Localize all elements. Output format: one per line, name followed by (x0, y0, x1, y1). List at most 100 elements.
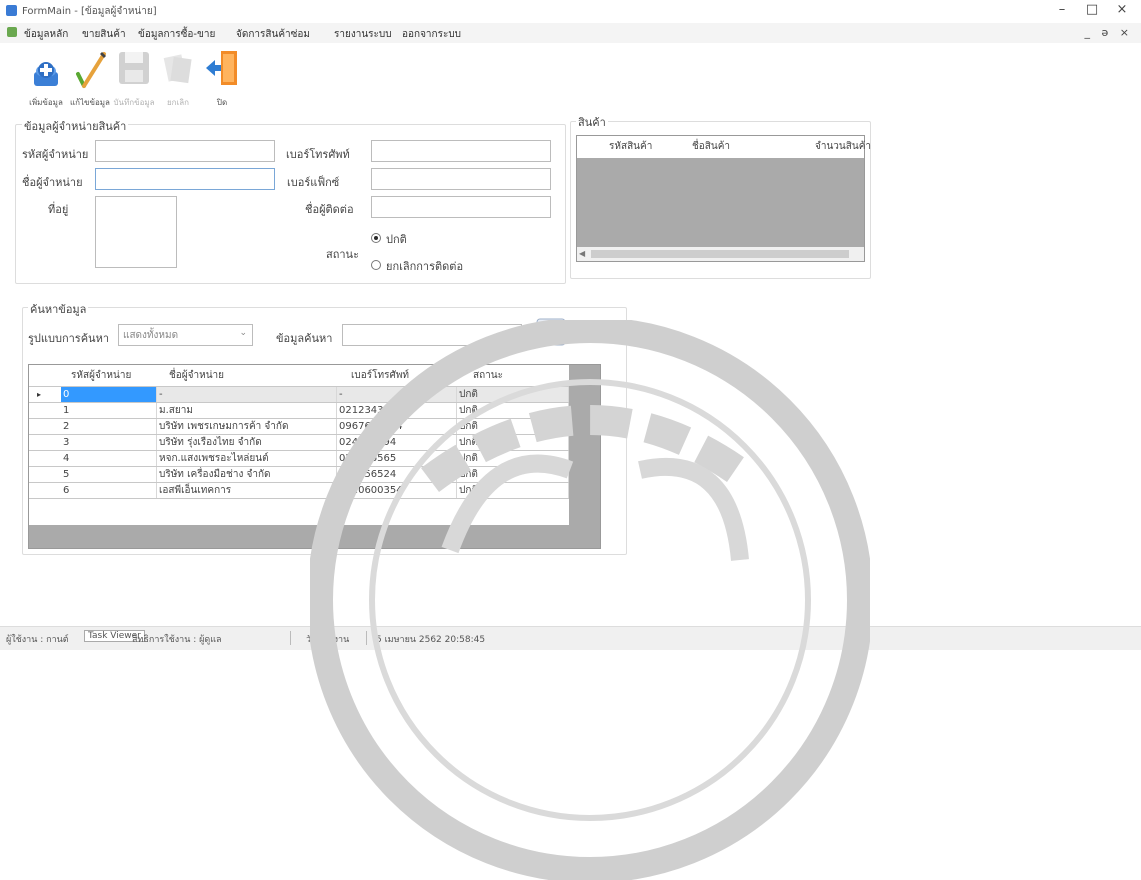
cell-name[interactable]: บริษัท เครื่องมือช่าง จำกัด (157, 467, 337, 483)
phone-field[interactable] (371, 140, 551, 162)
floppy-disk-icon (119, 52, 149, 84)
table-row[interactable]: 4 หจก.แสงเพชรอะไหล่ยนต์ 024576565 ปกติ (29, 451, 569, 467)
menu-purchase-sales[interactable]: ข้อมูลการซื้อ-ขาย (138, 27, 215, 42)
scroll-left-arrow-icon[interactable]: ◀ (579, 249, 585, 258)
menu-sales[interactable]: ขายสินค้า (82, 27, 126, 42)
table-row[interactable]: 5 บริษัท เครื่องมือช่าง จำกัด 025456524 ปกต… (29, 467, 569, 483)
col-quantity[interactable]: จำนวนสินค้า (815, 136, 871, 158)
supplier-name-label: ชื่อผู้จำหน่าย (22, 176, 83, 189)
cell-name[interactable]: บริษัท เพชรเกษมการค้า จำกัด (157, 419, 337, 435)
col-phone[interactable]: เบอร์โทรศัพท์ (351, 365, 409, 387)
products-grid[interactable]: รหัสสินค้า ชื่อสินค้า จำนวนสินค้า ◀ (576, 135, 871, 262)
cell-name[interactable]: ม.สยาม (157, 403, 337, 419)
window-title: FormMain - [ข้อมูลผู้จำหน่าย] (22, 6, 157, 17)
cell-phone[interactable]: 0820600354 (337, 483, 457, 499)
mdi-window-controls[interactable]: _ ə × (1085, 26, 1133, 39)
row-header[interactable] (29, 435, 61, 451)
table-row[interactable]: 6 เอสพีเอ็นเทคการ 0820600354 ปกติ (29, 483, 569, 499)
search-icon (536, 318, 566, 346)
search-button[interactable] (536, 318, 566, 346)
table-row[interactable]: 2 บริษัท เพชรเกษมการค้า จำกัด 0967653334 ปก… (29, 419, 569, 435)
col-supplier-name[interactable]: ชื่อผู้จำหน่าย (169, 365, 224, 387)
cell-code[interactable]: 1 (61, 403, 157, 419)
menu-master-data[interactable]: ข้อมูลหลัก (24, 27, 68, 42)
save-button[interactable]: บันทึกข้อมูล (113, 48, 155, 107)
contact-field[interactable] (371, 196, 551, 218)
status-datetime: 5 เมษายน 2562 20:58:45 (376, 635, 486, 645)
cell-name[interactable]: - (157, 387, 337, 403)
cell-code[interactable]: 3 (61, 435, 157, 451)
supplier-code-field[interactable] (95, 140, 275, 162)
col-product-name[interactable]: ชื่อสินค้า (692, 136, 730, 158)
cell-name[interactable]: เอสพีเอ็นเทคการ (157, 483, 337, 499)
cell-status[interactable]: ปกติ (457, 403, 569, 419)
status-cancelled-radio[interactable] (371, 260, 381, 270)
row-header[interactable]: ▸ (29, 387, 61, 403)
supplier-code-label: รหัสผู้จำหน่าย (22, 148, 89, 161)
cell-phone[interactable]: 0967653334 (337, 419, 457, 435)
status-user-prefix: ผู้ใช้งาน : กานต์ (6, 635, 69, 645)
cell-status[interactable]: ปกติ (457, 483, 569, 499)
menu-logout[interactable]: ออกจากระบบ (402, 27, 461, 42)
cell-code[interactable]: 2 (61, 419, 157, 435)
row-header[interactable] (29, 419, 61, 435)
cell-status[interactable]: ปกติ (457, 451, 569, 467)
status-normal-radio[interactable] (371, 233, 381, 243)
menu-repairs[interactable]: จัดการสินค้าซ่อม (236, 27, 310, 42)
address-field[interactable] (95, 196, 177, 268)
status-separator (290, 631, 291, 645)
edit-button[interactable]: แก้ไขข้อมูล (70, 48, 110, 107)
table-row[interactable]: 1 ม.สยาม 021234344 ปกติ (29, 403, 569, 419)
cell-status[interactable]: ปกติ (457, 387, 569, 403)
cell-name[interactable]: หจก.แสงเพชรอะไหล่ยนต์ (157, 451, 337, 467)
cell-phone[interactable]: 024576565 (337, 451, 457, 467)
search-input[interactable] (342, 324, 522, 346)
status-role: สิทธิการใช้งาน : ผู้ดูแล (132, 635, 222, 645)
app-menu-icon[interactable] (7, 27, 17, 37)
cell-status[interactable]: ปกติ (457, 435, 569, 451)
cell-code[interactable]: 0 (61, 387, 157, 403)
exit-button[interactable]: ปิด (204, 48, 240, 107)
row-header[interactable] (29, 483, 61, 499)
cell-phone[interactable]: 024567894 (337, 435, 457, 451)
col-product-code[interactable]: รหัสสินค้า (609, 136, 652, 158)
cancel-button-label: ยกเลิก (166, 98, 189, 107)
save-button-label: บันทึกข้อมูล (113, 98, 155, 107)
fax-label: เบอร์แฟ็กซ์ (287, 176, 340, 189)
scrollbar-thumb[interactable] (591, 250, 849, 258)
row-header[interactable] (29, 451, 61, 467)
cell-code[interactable]: 6 (61, 483, 157, 499)
close-button[interactable]: × (1108, 1, 1136, 21)
minimize-button[interactable]: – (1048, 1, 1076, 21)
contact-label: ชื่อผู้ติดต่อ (305, 203, 354, 216)
cancel-button[interactable]: ยกเลิก (160, 48, 196, 107)
fax-field[interactable] (371, 168, 551, 190)
edit-icon (76, 52, 106, 88)
table-row[interactable]: 3 บริษัท รุ่งเรืองไทย จำกัด 024567894 ปกติ (29, 435, 569, 451)
supplier-info-legend: ข้อมูลผู้จำหน่ายสินค้า (22, 117, 129, 135)
phone-label: เบอร์โทรศัพท์ (286, 148, 350, 161)
supplier-name-field[interactable] (95, 168, 275, 190)
menu-reports[interactable]: รายงานระบบ (334, 27, 392, 42)
products-grid-header: รหัสสินค้า ชื่อสินค้า จำนวนสินค้า (577, 136, 871, 158)
maximize-button[interactable]: □ (1078, 1, 1106, 21)
status-normal-label[interactable]: ปกติ (386, 230, 407, 248)
products-horizontal-scrollbar[interactable]: ◀ (577, 247, 864, 261)
row-header[interactable] (29, 403, 61, 419)
cell-code[interactable]: 5 (61, 467, 157, 483)
col-status[interactable]: สถานะ (473, 365, 503, 387)
row-header[interactable] (29, 467, 61, 483)
status-cancelled-label[interactable]: ยกเลิกการติดต่อ (386, 257, 463, 275)
cell-phone[interactable]: - (337, 387, 457, 403)
cell-status[interactable]: ปกติ (457, 419, 569, 435)
cell-code[interactable]: 4 (61, 451, 157, 467)
cell-status[interactable]: ปกติ (457, 467, 569, 483)
search-mode-dropdown[interactable]: แสดงทั้งหมด ⌄ (118, 324, 253, 346)
cell-phone[interactable]: 021234344 (337, 403, 457, 419)
cell-phone[interactable]: 025456524 (337, 467, 457, 483)
col-supplier-code[interactable]: รหัสผู้จำหน่าย (71, 365, 131, 387)
cell-name[interactable]: บริษัท รุ่งเรืองไทย จำกัด (157, 435, 337, 451)
table-row[interactable]: ▸ 0- - ปกติ (29, 387, 569, 403)
add-button[interactable]: เพิ่มข้อมูล (28, 48, 64, 107)
suppliers-grid[interactable]: รหัสผู้จำหน่าย ชื่อผู้จำหน่าย เบอร์โทรศั… (28, 364, 601, 549)
